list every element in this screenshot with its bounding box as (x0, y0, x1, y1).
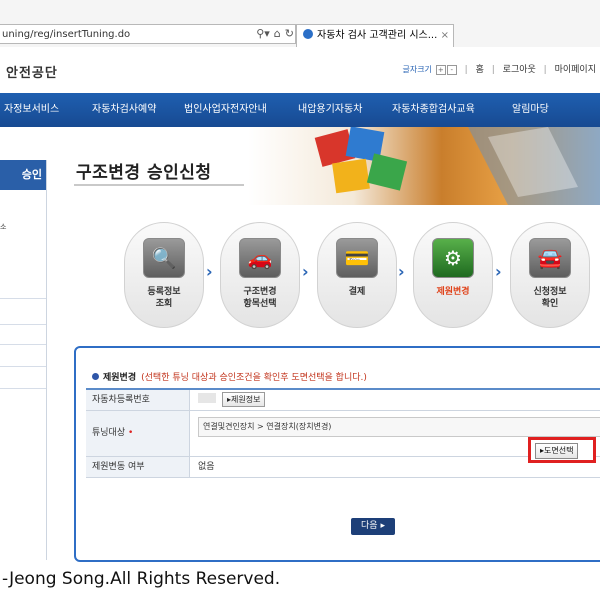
tuning-target-value: 연결및견인장치 > 연결장치(장치변경) (198, 417, 600, 437)
refresh-icon[interactable]: ↻ (285, 27, 294, 40)
divider (0, 344, 46, 345)
gnb-item-pressure-vessel[interactable]: 내압용기자동차 (298, 93, 362, 127)
step-label: 등록정보 조회 (147, 287, 181, 309)
gnb-item-inspection-booking[interactable]: 자동차검사예약 (92, 93, 156, 127)
close-icon[interactable]: × (441, 25, 449, 46)
utility-links: 글자크기 + - | 홈 | 로그아웃 | 마이페이지 (402, 62, 596, 75)
vehicle-no-cell: ▸제원정보 (190, 390, 600, 410)
gnb-item-notice[interactable]: 알림마당 (512, 93, 549, 127)
global-nav: 자정보서비스 자동차검사예약 법인사업자전자안내 내압용기자동차 자동차종합검사… (0, 93, 600, 127)
form-heading: 제원변경 (선택한 튜닝 대상과 승인조건을 확인후 도면선택을 합니다.) (92, 370, 367, 383)
divider: | (491, 65, 495, 75)
step-label-active: 제원변경 (436, 287, 470, 297)
table-row: 튜닝대상 • 연결및견인장치 > 연결장치(장치변경) ▸도면선택 (86, 411, 600, 463)
chevron-right-icon: › (302, 262, 309, 281)
divider (0, 388, 46, 389)
font-size-label: 글자크기 (402, 65, 432, 74)
gear-icon: ⚙ (432, 238, 474, 278)
divider: | (464, 65, 468, 75)
address-controls: ⚲▾ ⌂ ↻ (236, 24, 294, 44)
table-row: 자동차등록번호 ▸제원정보 (86, 390, 600, 411)
browser-tab[interactable]: 자동차 검사 고객관리 시스... × (296, 24, 454, 47)
step-confirm: 🚘 신청정보 확인 (510, 222, 590, 328)
banner-graphic (314, 127, 600, 205)
spec-info-button[interactable]: ▸제원정보 (222, 392, 266, 407)
bullet-icon (92, 373, 99, 380)
site-logo[interactable]: 안전공단 (6, 62, 58, 81)
car-check-icon: 🚘 (529, 238, 571, 278)
lock-icon[interactable]: ⌂ (274, 27, 281, 40)
side-nav-title[interactable]: 승인 (0, 160, 46, 190)
next-button[interactable]: 다음 ▸ (351, 518, 395, 535)
tab-title: 자동차 검사 고객관리 시스... (317, 30, 438, 41)
step-registration-lookup: 🔍 등록정보 조회 (124, 222, 204, 328)
divider (0, 324, 46, 325)
tuning-target-label-cell: 튜닝대상 • (86, 411, 190, 456)
vehicle-no-masked (198, 393, 216, 403)
magnifier-icon: 🔍 (143, 238, 185, 278)
header-banner-image (248, 127, 600, 205)
divider (0, 366, 46, 367)
step-label: 결제 (348, 287, 366, 297)
page-title: 구조변경 승인신청 (76, 163, 212, 183)
address-url[interactable]: uning/reg/insertTuning.do (2, 29, 130, 40)
required-mark: • (128, 428, 134, 438)
search-dropdown-icon[interactable]: ⚲▾ (256, 27, 270, 40)
copyright-text: -Jeong Song.All Rights Reserved. (2, 569, 281, 589)
side-nav-item[interactable]: 소 (0, 222, 6, 232)
divider: | (543, 65, 547, 75)
font-size-plus-button[interactable]: + (435, 65, 446, 75)
step-payment: 💳 결제 (317, 222, 397, 328)
favicon-icon (303, 29, 313, 39)
spec-change-label: 제원변동 여부 (86, 457, 190, 477)
chevron-right-icon: › (206, 262, 213, 281)
title-underline (74, 184, 244, 186)
font-size-minus-button[interactable]: - (446, 65, 457, 75)
spec-change-value: 없음 (198, 462, 215, 472)
tuning-target-label: 튜닝대상 (92, 428, 126, 438)
side-nav (0, 160, 47, 560)
car-icon: 🚗 (239, 238, 281, 278)
chevron-right-icon: › (495, 262, 502, 281)
logout-link[interactable]: 로그아웃 (503, 65, 536, 75)
step-structure-select: 🚗 구조변경 항목선택 (220, 222, 300, 328)
tuning-target-cell: 연결및견인장치 > 연결장치(장치변경) ▸도면선택 (190, 411, 600, 463)
mypage-link[interactable]: 마이페이지 (555, 65, 596, 75)
divider (0, 298, 46, 299)
step-label: 구조변경 항목선택 (243, 287, 277, 309)
table-row: 제원변동 여부 없음 (86, 457, 600, 478)
step-spec-change: ⚙ 제원변경 (413, 222, 493, 328)
form-note: (선택한 튜닝 대상과 승인조건을 확인후 도면선택을 합니다.) (141, 373, 367, 383)
payment-icon: 💳 (336, 238, 378, 278)
step-label: 신청정보 확인 (533, 287, 567, 309)
gnb-item-info-service[interactable]: 자정보서비스 (4, 93, 59, 127)
gnb-item-corporate[interactable]: 법인사업자전자안내 (184, 93, 267, 127)
gnb-item-education[interactable]: 자동차종합검사교육 (392, 93, 475, 127)
form-title: 제원변경 (103, 373, 137, 383)
home-link[interactable]: 홈 (476, 65, 484, 75)
chevron-right-icon: › (398, 262, 405, 281)
vehicle-no-label: 자동차등록번호 (86, 390, 190, 410)
